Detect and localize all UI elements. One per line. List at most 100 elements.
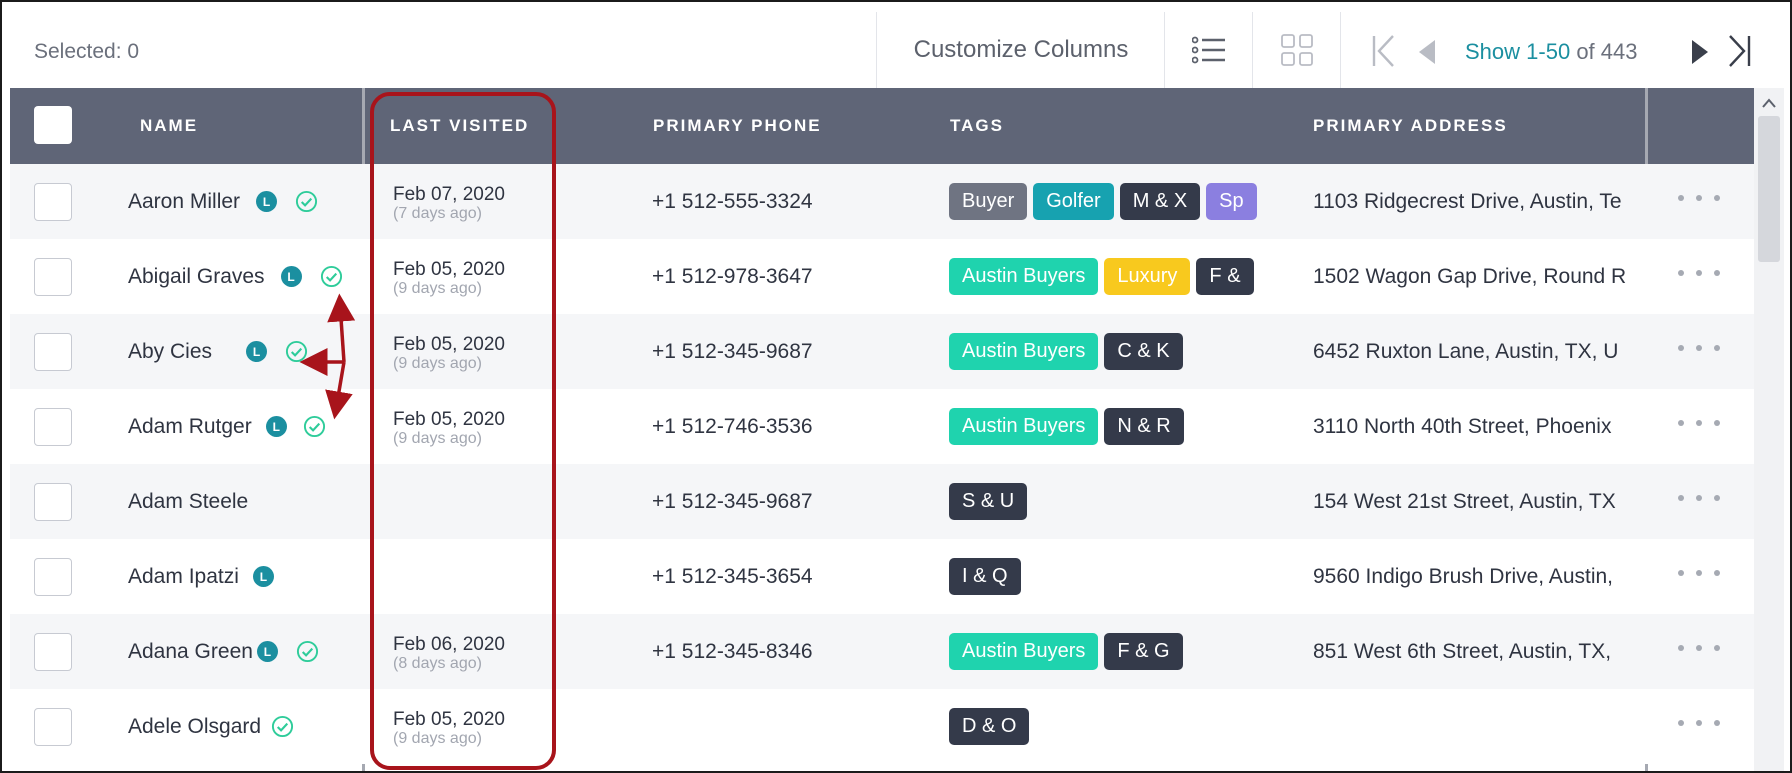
- tags-cell: Austin Buyers F & G: [949, 633, 1264, 671]
- more-dot: [1678, 345, 1684, 351]
- tag-chip[interactable]: F &: [1196, 258, 1254, 295]
- row-actions-more-icon[interactable]: [1678, 636, 1720, 660]
- scroll-up-icon[interactable]: [1761, 96, 1777, 110]
- row-actions-more-icon[interactable]: [1678, 261, 1720, 285]
- table-row[interactable]: Adam Ipatzi L +1 512-345-3654 I & Q 9560 Ind…: [10, 539, 1754, 614]
- more-dot: [1678, 495, 1684, 501]
- tags-cell: I & Q: [949, 558, 1264, 596]
- tag-chip[interactable]: Buyer: [949, 183, 1028, 220]
- table-row[interactable]: Abigail Graves L Feb 05, 2020 (9 days ago) +…: [10, 239, 1754, 314]
- contact-name-cell[interactable]: Adam Ipatzi L: [128, 539, 274, 614]
- table-row[interactable]: Aby Cies L Feb 05, 2020 (9 days ago) +1 512-…: [10, 314, 1754, 389]
- tag-chip[interactable]: Golfer: [1033, 183, 1114, 220]
- lead-badge: L: [256, 191, 278, 212]
- last-page-icon[interactable]: [1724, 34, 1754, 68]
- table-row[interactable]: Aaron Miller L Feb 07, 2020 (7 days ago) +1 …: [10, 164, 1754, 239]
- row-checkbox[interactable]: [34, 183, 72, 221]
- primary-phone[interactable]: +1 512-345-3654: [652, 539, 813, 614]
- contact-name-cell[interactable]: Aaron Miller L: [128, 164, 318, 239]
- row-checkbox[interactable]: [34, 408, 72, 446]
- contact-name[interactable]: Adam Ipatzi: [128, 565, 239, 589]
- last-visited-highlight: [370, 92, 556, 770]
- row-checkbox[interactable]: [34, 258, 72, 296]
- contact-name-cell[interactable]: Adana Green L: [128, 614, 319, 689]
- primary-phone[interactable]: +1 512-978-3647: [652, 239, 813, 314]
- list-view-button[interactable]: [1165, 12, 1253, 88]
- more-dot: [1696, 495, 1702, 501]
- lead-badge: L: [265, 416, 287, 437]
- primary-phone[interactable]: +1 512-345-8346: [652, 614, 813, 689]
- grid-view-button[interactable]: [1253, 12, 1341, 88]
- contact-name[interactable]: Adele Olsgard: [128, 715, 261, 739]
- primary-phone[interactable]: +1 512-345-9687: [652, 314, 813, 389]
- primary-phone[interactable]: +1 512-345-9687: [652, 464, 813, 539]
- contact-name[interactable]: Aaron Miller: [128, 190, 240, 214]
- contact-name[interactable]: Aby Cies: [128, 340, 212, 364]
- tag-chip[interactable]: Austin Buyers: [949, 408, 1099, 445]
- primary-address: 154 West 21st Street, Austin, TX: [1313, 489, 1616, 513]
- table-row[interactable]: Adana Green L Feb 06, 2020 (8 days ago) +1 5…: [10, 614, 1754, 689]
- page-range-total: of 443: [1576, 39, 1638, 64]
- table-row[interactable]: Adam Rutger L Feb 05, 2020 (9 days ago) +1 5…: [10, 389, 1754, 464]
- tag-chip[interactable]: Austin Buyers: [949, 258, 1099, 295]
- row-checkbox[interactable]: [34, 558, 72, 596]
- row-actions-more-icon[interactable]: [1678, 486, 1720, 510]
- list-view-icon: [1192, 36, 1225, 64]
- contact-name[interactable]: Adam Steele: [128, 490, 248, 514]
- tag-chip[interactable]: Austin Buyers: [949, 333, 1099, 370]
- tag-chip[interactable]: Austin Buyers: [949, 633, 1099, 670]
- vertical-scrollbar[interactable]: [1754, 88, 1784, 771]
- tag-chip[interactable]: C & K: [1104, 333, 1183, 370]
- column-header-tags[interactable]: TAGS: [950, 88, 1004, 164]
- toolbar: Selected: 0 Customize Columns Show 1-50 …: [10, 12, 1784, 88]
- contact-name[interactable]: Abigail Graves: [128, 265, 265, 289]
- row-checkbox[interactable]: [34, 708, 72, 746]
- row-checkbox[interactable]: [34, 333, 72, 371]
- contact-name[interactable]: Adam Rutger: [128, 415, 252, 439]
- tag-chip[interactable]: S & U: [949, 483, 1028, 520]
- lead-badge: L: [252, 566, 274, 587]
- first-page-icon[interactable]: [1369, 34, 1399, 68]
- table-body: Aaron Miller L Feb 07, 2020 (7 days ago) +1 …: [10, 164, 1754, 771]
- tag-chip[interactable]: D & O: [949, 708, 1030, 745]
- row-checkbox[interactable]: [34, 483, 72, 521]
- column-header-primary-phone[interactable]: PRIMARY PHONE: [653, 88, 822, 164]
- prev-page-icon[interactable]: [1415, 38, 1439, 66]
- row-actions-more-icon[interactable]: [1678, 336, 1720, 360]
- tag-chip[interactable]: F & G: [1104, 633, 1183, 670]
- row-actions-more-icon[interactable]: [1678, 561, 1720, 585]
- row-actions-more-icon[interactable]: [1678, 411, 1720, 435]
- tag-chip[interactable]: Sp: [1206, 183, 1257, 220]
- contact-name[interactable]: Adana Green: [128, 640, 253, 664]
- tag-chip[interactable]: M & X: [1119, 183, 1201, 220]
- row-actions-more-icon[interactable]: [1678, 186, 1720, 210]
- tag-chip[interactable]: N & R: [1104, 408, 1184, 445]
- contact-name-cell[interactable]: Adam Steele: [128, 464, 248, 539]
- annotation-arrows: [299, 293, 356, 420]
- select-all-checkbox[interactable]: [34, 106, 72, 144]
- primary-phone[interactable]: +1 512-555-3324: [652, 164, 813, 239]
- scrollbar-thumb[interactable]: [1758, 116, 1780, 262]
- table-row[interactable]: Adam Steele +1 512-345-9687 S & U 154 West …: [10, 464, 1754, 539]
- table-header: NAME LAST VISITED PRIMARY PHONE TAGS PRI…: [10, 88, 1754, 164]
- customize-columns-button[interactable]: Customize Columns: [877, 12, 1165, 88]
- tag-chip[interactable]: I & Q: [949, 558, 1021, 595]
- contact-name-cell[interactable]: Aby Cies L: [128, 314, 308, 389]
- page-range-show: Show 1-50: [1465, 39, 1571, 64]
- tags-cell: D & O: [949, 708, 1264, 746]
- more-dot: [1678, 270, 1684, 276]
- more-dot: [1696, 570, 1702, 576]
- column-header-name[interactable]: NAME: [140, 88, 198, 164]
- more-dot: [1678, 570, 1684, 576]
- row-actions-more-icon[interactable]: [1678, 711, 1720, 735]
- tag-chip[interactable]: Luxury: [1104, 258, 1191, 295]
- primary-phone[interactable]: +1 512-746-3536: [652, 389, 813, 464]
- column-header-primary-address[interactable]: PRIMARY ADDRESS: [1313, 88, 1508, 164]
- more-dot: [1678, 195, 1684, 201]
- primary-address: 851 West 6th Street, Austin, TX,: [1313, 639, 1612, 663]
- more-dot: [1696, 420, 1702, 426]
- table-row[interactable]: Adele Olsgard Feb 05, 2020 (9 days ago) D &…: [10, 689, 1754, 764]
- contact-name-cell[interactable]: Adele Olsgard: [128, 689, 294, 764]
- next-page-icon[interactable]: [1688, 38, 1712, 66]
- row-checkbox[interactable]: [34, 633, 72, 671]
